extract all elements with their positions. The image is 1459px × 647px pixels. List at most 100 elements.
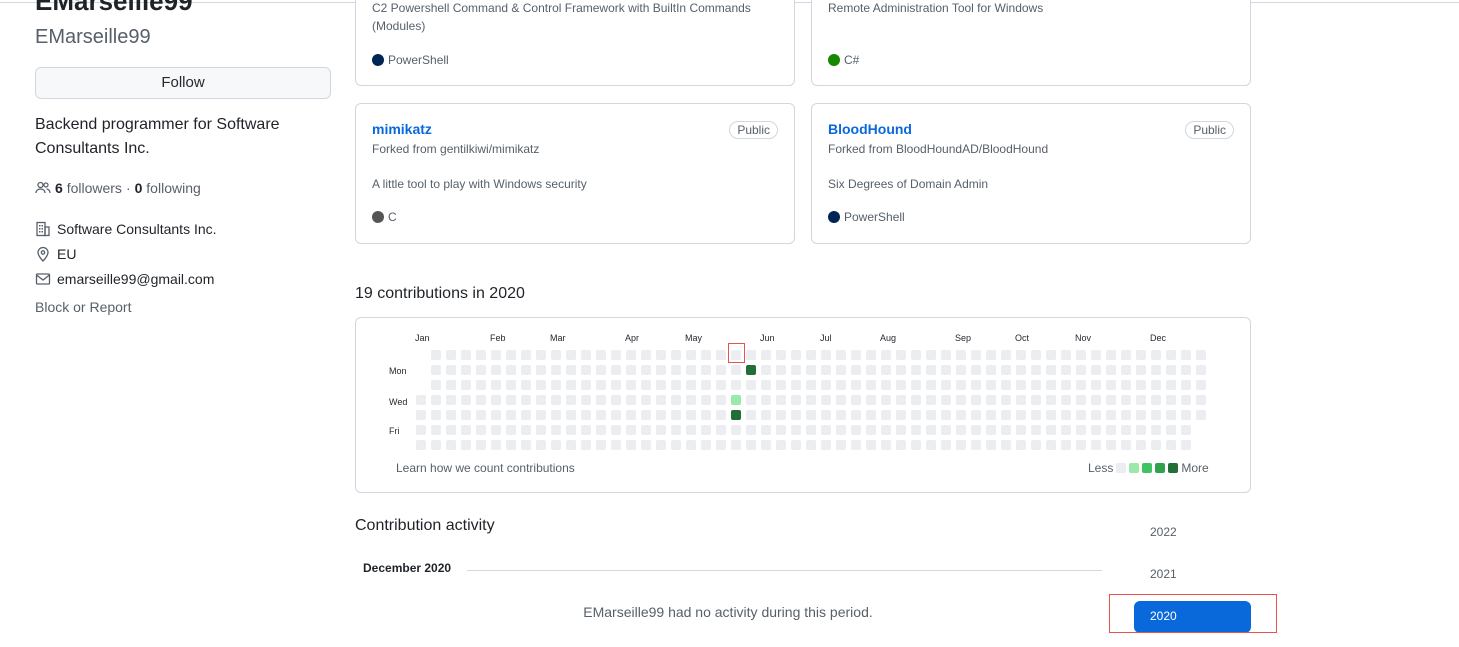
contribution-day-cell[interactable] bbox=[671, 395, 681, 405]
contribution-day-cell[interactable] bbox=[551, 365, 561, 375]
contribution-day-cell[interactable] bbox=[581, 395, 591, 405]
contribution-day-cell[interactable] bbox=[1136, 395, 1146, 405]
contribution-day-cell[interactable] bbox=[1196, 395, 1206, 405]
contribution-day-cell[interactable] bbox=[971, 425, 981, 435]
contribution-day-cell[interactable] bbox=[851, 395, 861, 405]
contribution-day-cell[interactable] bbox=[1136, 410, 1146, 420]
contribution-day-cell[interactable] bbox=[431, 425, 441, 435]
contribution-day-cell[interactable] bbox=[1016, 380, 1026, 390]
contribution-day-cell[interactable] bbox=[641, 395, 651, 405]
contribution-day-cell[interactable] bbox=[1181, 395, 1191, 405]
contribution-day-cell[interactable] bbox=[746, 380, 756, 390]
contribution-day-cell[interactable] bbox=[821, 365, 831, 375]
contribution-day-cell[interactable] bbox=[746, 365, 756, 375]
contribution-day-cell[interactable] bbox=[596, 425, 606, 435]
contribution-day-cell[interactable] bbox=[836, 350, 846, 360]
contribution-day-cell[interactable] bbox=[1106, 380, 1116, 390]
contribution-day-cell[interactable] bbox=[671, 425, 681, 435]
contribution-day-cell[interactable] bbox=[1166, 350, 1176, 360]
contribution-day-cell[interactable] bbox=[1106, 440, 1116, 450]
learn-contributions-link[interactable]: Learn how we count contributions bbox=[396, 461, 575, 475]
contribution-day-cell[interactable] bbox=[461, 410, 471, 420]
contribution-day-cell[interactable] bbox=[701, 425, 711, 435]
contribution-day-cell[interactable] bbox=[596, 380, 606, 390]
contribution-day-cell[interactable] bbox=[1001, 425, 1011, 435]
contribution-day-cell[interactable] bbox=[566, 365, 576, 375]
email-link[interactable]: emarseille99@gmail.com bbox=[57, 271, 214, 287]
contribution-day-cell[interactable] bbox=[1181, 365, 1191, 375]
contribution-day-cell[interactable] bbox=[686, 425, 696, 435]
contribution-day-cell[interactable] bbox=[611, 365, 621, 375]
contribution-day-cell[interactable] bbox=[866, 410, 876, 420]
contribution-day-cell[interactable] bbox=[836, 395, 846, 405]
contribution-day-cell[interactable] bbox=[1016, 410, 1026, 420]
contribution-day-cell[interactable] bbox=[1136, 350, 1146, 360]
contribution-day-cell[interactable] bbox=[851, 425, 861, 435]
contribution-day-cell[interactable] bbox=[446, 425, 456, 435]
contribution-day-cell[interactable] bbox=[761, 425, 771, 435]
contribution-day-cell[interactable] bbox=[1046, 365, 1056, 375]
contribution-day-cell[interactable] bbox=[791, 410, 801, 420]
contribution-day-cell[interactable] bbox=[1076, 365, 1086, 375]
contribution-day-cell[interactable] bbox=[656, 365, 666, 375]
contribution-day-cell[interactable] bbox=[761, 380, 771, 390]
contribution-day-cell[interactable] bbox=[881, 425, 891, 435]
contribution-day-cell[interactable] bbox=[1181, 425, 1191, 435]
contribution-day-cell[interactable] bbox=[821, 410, 831, 420]
contribution-day-cell[interactable] bbox=[986, 365, 996, 375]
contribution-day-cell[interactable] bbox=[701, 380, 711, 390]
contribution-day-cell[interactable] bbox=[1091, 350, 1101, 360]
contribution-day-cell[interactable] bbox=[1031, 365, 1041, 375]
contribution-day-cell[interactable] bbox=[626, 380, 636, 390]
contribution-day-cell[interactable] bbox=[941, 380, 951, 390]
contribution-day-cell[interactable] bbox=[1031, 395, 1041, 405]
contribution-day-cell[interactable] bbox=[1076, 380, 1086, 390]
contribution-day-cell[interactable] bbox=[1166, 440, 1176, 450]
contribution-day-cell[interactable] bbox=[716, 410, 726, 420]
contribution-day-cell[interactable] bbox=[956, 440, 966, 450]
contribution-day-cell[interactable] bbox=[956, 425, 966, 435]
contribution-day-cell[interactable] bbox=[1106, 365, 1116, 375]
contribution-day-cell[interactable] bbox=[806, 350, 816, 360]
contribution-day-cell[interactable] bbox=[806, 440, 816, 450]
contribution-day-cell[interactable] bbox=[671, 440, 681, 450]
contribution-day-cell[interactable] bbox=[626, 350, 636, 360]
contribution-day-cell[interactable] bbox=[1061, 410, 1071, 420]
contribution-day-cell[interactable] bbox=[581, 425, 591, 435]
contribution-day-cell[interactable] bbox=[896, 440, 906, 450]
contribution-day-cell[interactable] bbox=[746, 425, 756, 435]
contribution-day-cell[interactable] bbox=[1121, 440, 1131, 450]
contribution-day-cell[interactable] bbox=[476, 380, 486, 390]
contribution-day-cell[interactable] bbox=[1151, 425, 1161, 435]
contribution-day-cell[interactable] bbox=[611, 425, 621, 435]
contribution-day-cell[interactable] bbox=[986, 410, 996, 420]
contribution-day-cell[interactable] bbox=[716, 440, 726, 450]
contribution-day-cell[interactable] bbox=[761, 440, 771, 450]
contribution-day-cell[interactable] bbox=[701, 365, 711, 375]
contribution-day-cell[interactable] bbox=[566, 395, 576, 405]
contribution-day-cell[interactable] bbox=[686, 440, 696, 450]
contribution-day-cell[interactable] bbox=[941, 410, 951, 420]
contribution-day-cell[interactable] bbox=[1151, 365, 1161, 375]
contribution-day-cell[interactable] bbox=[641, 365, 651, 375]
contribution-day-cell[interactable] bbox=[1001, 440, 1011, 450]
contribution-day-cell[interactable] bbox=[431, 395, 441, 405]
contribution-day-cell[interactable] bbox=[656, 380, 666, 390]
contribution-day-cell[interactable] bbox=[1061, 395, 1071, 405]
year-link-2020-selected[interactable]: 2020 bbox=[1134, 601, 1251, 633]
contribution-day-cell[interactable] bbox=[716, 425, 726, 435]
contribution-day-cell[interactable] bbox=[1106, 410, 1116, 420]
contribution-day-cell[interactable] bbox=[791, 380, 801, 390]
contribution-day-cell[interactable] bbox=[521, 395, 531, 405]
contribution-day-cell[interactable] bbox=[716, 365, 726, 375]
contribution-day-cell[interactable] bbox=[1031, 350, 1041, 360]
contribution-day-cell[interactable] bbox=[536, 440, 546, 450]
contribution-day-cell[interactable] bbox=[506, 440, 516, 450]
contribution-day-cell[interactable] bbox=[596, 395, 606, 405]
contribution-day-cell[interactable] bbox=[731, 395, 741, 405]
contribution-day-cell[interactable] bbox=[1016, 365, 1026, 375]
contribution-day-cell[interactable] bbox=[1046, 410, 1056, 420]
contribution-day-cell[interactable] bbox=[791, 365, 801, 375]
contribution-day-cell[interactable] bbox=[806, 410, 816, 420]
contribution-day-cell[interactable] bbox=[1151, 395, 1161, 405]
